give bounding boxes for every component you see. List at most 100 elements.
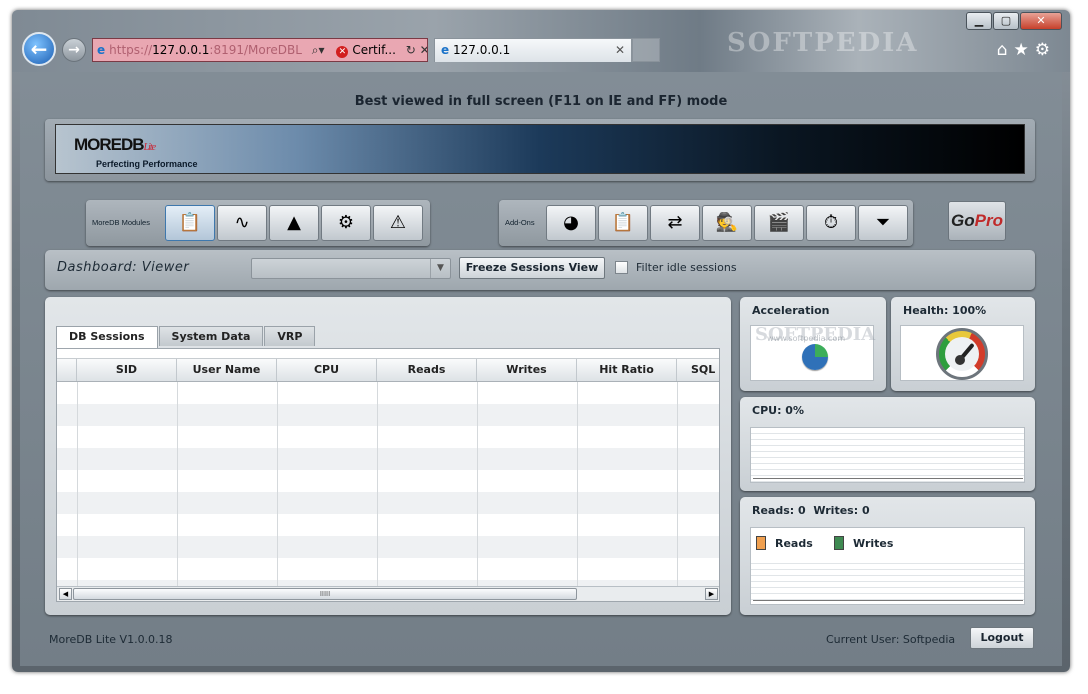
- col-sid[interactable]: SID: [77, 359, 177, 381]
- tab-vrp[interactable]: VRP: [264, 326, 316, 346]
- home-icon[interactable]: ⌂: [997, 40, 1014, 60]
- health-title: Health: 100%: [903, 304, 987, 317]
- settings-button[interactable]: ⚙: [321, 205, 371, 241]
- spy-icon: 🕵: [715, 212, 739, 233]
- settings-icon: ⚙: [337, 212, 355, 233]
- dashboard-title: Dashboard: Viewer: [57, 260, 190, 275]
- addon-clipboard-button[interactable]: 📋: [598, 205, 648, 241]
- address-prefix: https://: [109, 43, 153, 57]
- health-panel: Health: 100%: [891, 297, 1035, 391]
- address-host: 127.0.0.1: [152, 43, 210, 57]
- health-gauge-box: [900, 325, 1024, 381]
- reads-swatch: [756, 536, 766, 550]
- banner-box: MOREDBLite Perfecting Performance: [45, 119, 1035, 181]
- gopro-button[interactable]: GoPro: [948, 201, 1006, 241]
- table-header: SID User Name CPU Reads Writes Hit Ratio…: [57, 358, 719, 382]
- dashboard-button[interactable]: 📋: [165, 205, 215, 241]
- browser-tools: ⌂★⚙: [997, 40, 1056, 60]
- pie-chart-icon: ◕: [563, 212, 579, 233]
- col-hit-ratio[interactable]: Hit Ratio: [577, 359, 677, 381]
- sync-icon: ⇄: [667, 212, 683, 233]
- close-button[interactable]: ✕: [1020, 12, 1062, 30]
- refresh-icon[interactable]: ↻ ✕: [406, 43, 427, 57]
- addons-toolbar: Add-Ons ◕ 📋 ⇄ 🕵 🎬 ⏱ ⏷: [499, 200, 913, 246]
- horizontal-scrollbar[interactable]: ◀ IIIII ▶: [57, 586, 719, 601]
- dashboard-bar: Dashboard: Viewer ▼ Freeze Sessions View…: [45, 250, 1035, 290]
- io-chart: Reads Writes: [750, 527, 1025, 605]
- tab-db-sessions[interactable]: DB Sessions: [56, 326, 158, 348]
- legend-writes: Writes: [834, 536, 893, 550]
- scroll-thumb[interactable]: IIIII: [73, 588, 577, 600]
- freeze-sessions-button[interactable]: Freeze Sessions View: [459, 257, 605, 279]
- alerts-button[interactable]: ⚠: [373, 205, 423, 241]
- new-tab-button[interactable]: [632, 38, 660, 62]
- addons-label: Add-Ons: [505, 218, 535, 227]
- gear-icon[interactable]: ⚙: [1035, 40, 1056, 60]
- table-rows: [57, 382, 719, 586]
- dashboard-icon: 📋: [178, 212, 202, 233]
- forward-button[interactable]: →: [62, 38, 86, 62]
- charts-icon: ▲: [287, 212, 301, 233]
- address-bar[interactable]: e https://127.0.0.1:8191/MoreDBL ⌕▾ ✕ Cert…: [92, 38, 428, 62]
- filter-idle-checkbox[interactable]: [615, 261, 628, 274]
- modules-label: MoreDB Modules: [92, 218, 150, 227]
- legend-writes-label: Writes: [853, 536, 894, 550]
- minimize-button[interactable]: ▁: [966, 12, 992, 30]
- window-controls: ▁ ▢ ✕: [966, 12, 1062, 30]
- col-reads[interactable]: Reads: [377, 359, 477, 381]
- browser-chrome: SOFTPEDIA ▁ ▢ ✕ ← → e https://127.0.0.1:8…: [12, 10, 1070, 72]
- acceleration-panel: Acceleration SOFTPEDIA www.softpedia.com: [740, 297, 886, 391]
- io-gridlines: [751, 558, 1024, 604]
- back-button[interactable]: ←: [22, 32, 56, 66]
- writes-swatch: [834, 536, 844, 550]
- best-viewed-notice: Best viewed in full screen (F11 on IE an…: [354, 94, 728, 109]
- gopro-pro: Pro: [974, 211, 1003, 230]
- addon-pie-button[interactable]: ◕: [546, 205, 596, 241]
- scroll-left-icon[interactable]: ◀: [59, 588, 72, 600]
- addon-spy-button[interactable]: 🕵: [702, 205, 752, 241]
- logout-button[interactable]: Logout: [970, 627, 1034, 649]
- cpu-chart: [750, 427, 1025, 483]
- filter-idle-label: Filter idle sessions: [636, 261, 737, 274]
- favorites-icon[interactable]: ★: [1014, 40, 1035, 60]
- io-baseline: [753, 600, 1023, 601]
- col-writes[interactable]: Writes: [477, 359, 577, 381]
- tab-close-icon[interactable]: ✕: [615, 39, 625, 61]
- chevron-down-icon[interactable]: ▼: [430, 259, 450, 278]
- certificate-error[interactable]: ✕ Certif...: [336, 39, 396, 61]
- table-col-divider: [77, 382, 78, 586]
- acceleration-title: Acceleration: [752, 304, 830, 317]
- table-col-divider: [577, 382, 578, 586]
- health-gauge-icon: [936, 328, 988, 380]
- search-icon[interactable]: ⌕▾: [312, 43, 325, 57]
- col-user-name[interactable]: User Name: [177, 359, 277, 381]
- stopwatch-icon: ⏱: [823, 212, 839, 233]
- sessions-table: SID User Name CPU Reads Writes Hit Ratio…: [56, 348, 720, 602]
- table-col-divider: [277, 382, 278, 586]
- scroll-right-icon[interactable]: ▶: [705, 588, 718, 600]
- analysis-button[interactable]: ∿: [217, 205, 267, 241]
- logo-lite: Lite: [143, 142, 157, 153]
- io-panel: Reads: 0 Writes: 0 Reads Writes: [740, 497, 1035, 615]
- addon-funnel-button[interactable]: ⏷: [858, 205, 908, 241]
- app-page: Best viewed in full screen (F11 on IE an…: [20, 72, 1062, 666]
- tab-system-data[interactable]: System Data: [158, 326, 264, 346]
- tab-title: 127.0.0.1: [452, 43, 511, 57]
- charts-button[interactable]: ▲: [269, 205, 319, 241]
- col-sql[interactable]: SQL T: [677, 359, 719, 381]
- viewer-select[interactable]: ▼: [251, 258, 451, 279]
- addon-clapper-button[interactable]: 🎬: [754, 205, 804, 241]
- col-cpu[interactable]: CPU: [277, 359, 377, 381]
- addon-sync-button[interactable]: ⇄: [650, 205, 700, 241]
- sessions-panel: DB Sessions System Data VRP SID User Nam…: [45, 297, 731, 615]
- sessions-tabs: DB Sessions System Data VRP: [56, 326, 316, 348]
- gauge-hub: [955, 355, 965, 365]
- clipboard-icon: 📋: [611, 212, 635, 233]
- maximize-button[interactable]: ▢: [993, 12, 1019, 30]
- browser-tab[interactable]: e 127.0.0.1 ✕: [434, 38, 632, 62]
- address-rest: :8191/MoreDBL: [209, 43, 302, 57]
- addon-stopwatch-button[interactable]: ⏱: [806, 205, 856, 241]
- back-arrow-icon: ←: [30, 37, 48, 61]
- cpu-title: CPU: 0%: [752, 404, 804, 417]
- version-label: MoreDB Lite V1.0.0.18: [49, 633, 173, 646]
